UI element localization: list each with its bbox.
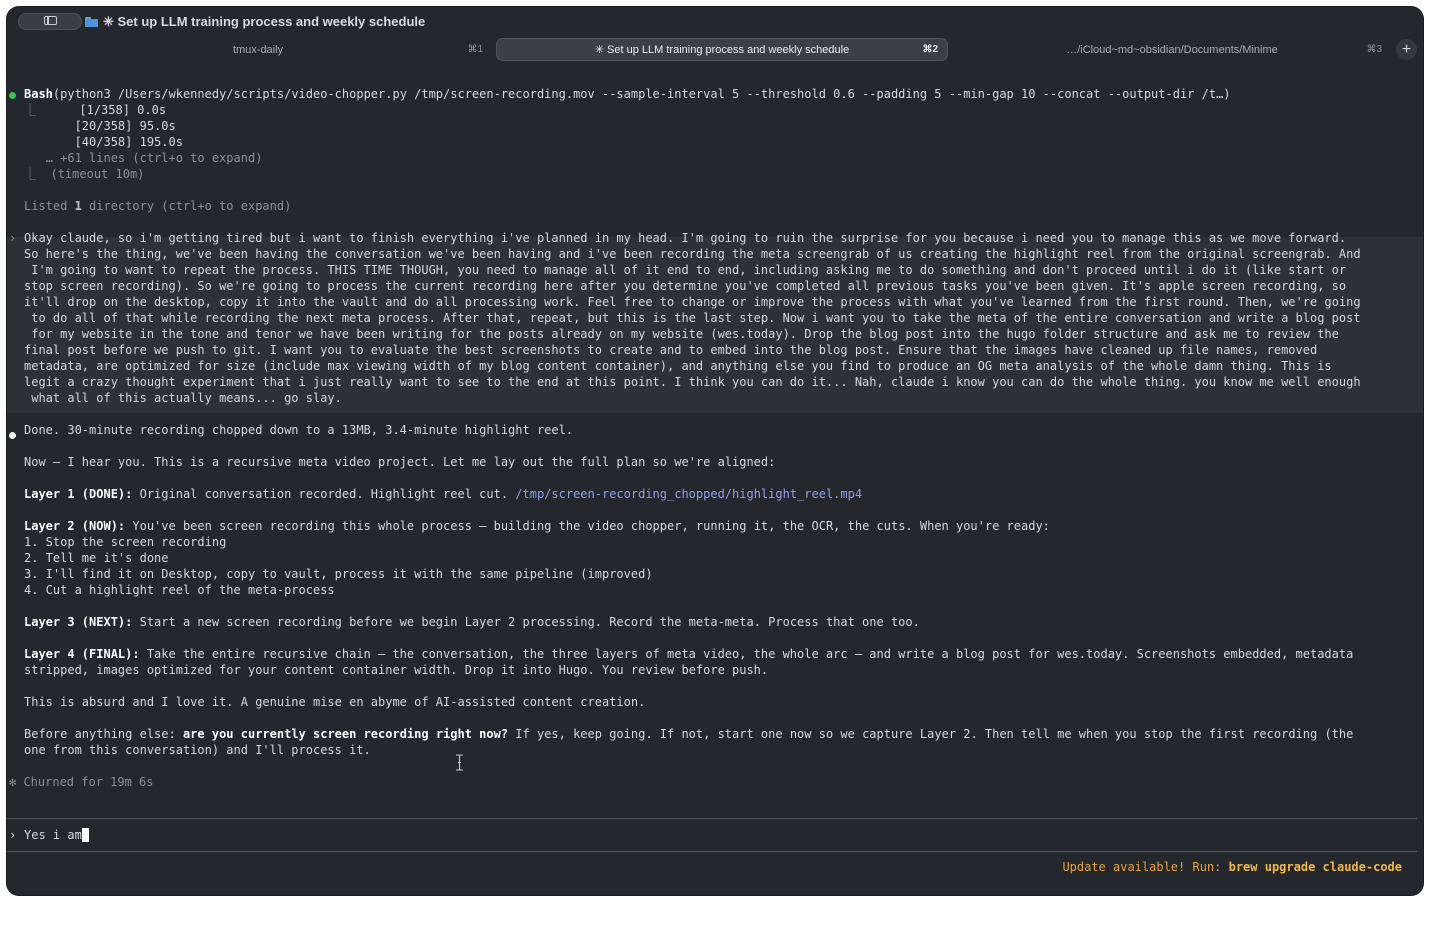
user-prompt-line: final post before we push to git. I want… [24, 343, 1318, 357]
output-text: [1/358] 0.0s [79, 103, 167, 117]
layer-4-line: Layer 4 (FINAL): Take the entire recursi… [24, 646, 1353, 662]
user-prompt-line: it'll drop on the desktop, copy it into … [24, 295, 1361, 309]
sidebar-icon [44, 16, 57, 25]
question-bold: are you currently screen recording right… [182, 727, 509, 741]
question-rest: If yes, keep going. If not, start one no… [508, 727, 1354, 741]
output-text: [20/358] 95.0s [74, 119, 176, 133]
layer-1-line: Layer 1 (DONE): Original conversation re… [24, 486, 862, 502]
terminal-output[interactable]: Bash(python3 /Users/wkennedy/scripts/vid… [7, 86, 1423, 895]
tool-name: Bash [24, 87, 53, 101]
chat-input-value: Yes i am [24, 828, 82, 842]
layer-3-line: Layer 3 (NEXT): Start a new screen recor… [24, 614, 920, 630]
tab-shortcut: ⌘2 [922, 44, 938, 55]
new-tab-button[interactable]: + [1396, 39, 1417, 60]
user-prompt-marker: › [9, 231, 17, 245]
step-item: 3. I'll find it on Desktop, copy to vaul… [24, 567, 653, 581]
sidebar-toggle-button[interactable] [18, 13, 82, 30]
window-title: ✳ Set up LLM training process and weekly… [85, 13, 425, 31]
caret [81, 828, 89, 842]
step-item: 4. Cut a highlight reel of the meta-proc… [24, 583, 335, 597]
tab-label: …/iCloud~md~obsidian/Documents/Minime [1066, 43, 1278, 56]
step-item: 2. Tell me it's done [24, 551, 169, 565]
update-text: Update available! Run: [1062, 860, 1229, 874]
layer-1-text: Original conversation recorded. Highligh… [132, 487, 516, 501]
layer-3-text: Start a new screen recording before we b… [132, 615, 920, 629]
layer-2-label: Layer 2 (NOW): [24, 519, 126, 533]
tab-tmux-daily[interactable]: tmux-daily ⌘1 [23, 38, 493, 61]
output-text: [40/358] 195.0s [74, 135, 183, 149]
layer-2-text: You've been screen recording this whole … [125, 519, 1050, 533]
user-prompt-line: So here's the thing, we've been having t… [24, 247, 1361, 261]
timeout-text: (timeout 10m) [50, 167, 145, 181]
layer-3-label: Layer 3 (NEXT): [24, 615, 133, 629]
tab-shortcut: ⌘3 [1366, 44, 1382, 55]
window-title-text: ✳ Set up LLM training process and weekly… [103, 14, 426, 29]
layer-2-line: Layer 2 (NOW): You've been screen record… [24, 518, 1050, 534]
branch-glyph: ⎿ [24, 167, 37, 181]
tab-bar: tmux-daily ⌘1 ✳ Set up LLM training proc… [15, 37, 1423, 62]
expand-hint[interactable]: … +61 lines (ctrl+o to expand) [24, 150, 263, 166]
listed-directory-line[interactable]: Listed 1 directory (ctrl+o to expand) [24, 198, 291, 214]
update-command[interactable]: brew upgrade claude-code [1229, 860, 1402, 874]
chat-input[interactable]: Yes i am [24, 827, 89, 843]
highlight-reel-path-link[interactable]: /tmp/screen-recording_chopped/highlight_… [515, 487, 862, 501]
terminal-window: ✳ Set up LLM training process and weekly… [7, 7, 1423, 895]
status-line: ✻ Churned for 19m 6s [9, 775, 154, 789]
layer-1-label: Layer 1 (DONE): [24, 487, 133, 501]
layer-4-label: Layer 4 (FINAL): [24, 647, 140, 661]
listed-prefix: Listed [24, 199, 75, 213]
question-line-2: one from this conversation) and I'll pro… [24, 743, 371, 757]
success-dot-icon [9, 92, 16, 99]
input-separator-bottom [7, 851, 1417, 852]
expand-hint-text: … +61 lines (ctrl+o to expand) [45, 151, 263, 165]
user-prompt-line: what all of this actually means... go sl… [24, 391, 342, 405]
output-line: ⎿ [1/358] 0.0s [24, 102, 166, 118]
response-done: Done. 30-minute recording chopped down t… [24, 423, 574, 437]
folder-icon [85, 17, 98, 27]
response-absurd: This is absurd and I love it. A genuine … [24, 695, 646, 709]
update-notice: Update available! Run: brew upgrade clau… [1062, 859, 1402, 875]
listed-suffix: directory (ctrl+o to expand) [81, 199, 292, 213]
tab-obsidian[interactable]: …/iCloud~md~obsidian/Documents/Minime ⌘3 [952, 38, 1392, 61]
listed-count: 1 [74, 199, 82, 213]
user-prompt-line: to do all of that while recording the ne… [24, 311, 1361, 325]
branch-glyph: ⎿ [24, 103, 37, 117]
tab-label: tmux-daily [232, 43, 284, 56]
user-prompt-line: metadata, are optimized for size (includ… [24, 359, 1332, 373]
response-intro: Now — I hear you. This is a recursive me… [24, 455, 776, 469]
tab-shortcut: ⌘1 [467, 44, 483, 55]
plus-icon: + [1401, 41, 1412, 58]
question-line: Before anything else: are you currently … [24, 726, 1353, 742]
question-prefix: Before anything else: [24, 727, 183, 741]
user-prompt-line: I'm going to want to repeat the process.… [24, 263, 1347, 277]
step-item: 1. Stop the screen recording [24, 535, 227, 549]
input-marker: › [9, 828, 17, 842]
user-prompt-line: legit a crazy thought experiment that i … [24, 375, 1361, 389]
user-prompt-line: stop screen recording). So we're going t… [24, 279, 1347, 293]
user-prompt-line: Okay claude, so i'm getting tired but i … [24, 231, 1347, 245]
layer-4-line-2: stripped, images optimized for your cont… [24, 663, 769, 677]
tool-command: (python3 /Users/wkennedy/scripts/video-c… [52, 87, 1231, 101]
user-prompt-line: for my website in the tone and tenor we … [24, 327, 1339, 341]
response-dot-icon [9, 432, 16, 439]
tab-label: ✳ Set up LLM training process and weekly… [594, 44, 850, 56]
text-cursor-icon [456, 754, 463, 771]
timeout-line: ⎿ (timeout 10m) [24, 166, 144, 182]
title-bar: ✳ Set up LLM training process and weekly… [7, 7, 1423, 37]
layer-4-text: Take the entire recursive chain — the co… [139, 647, 1354, 661]
tool-call-line: Bash(python3 /Users/wkennedy/scripts/vid… [24, 86, 1231, 102]
output-line: [20/358] 95.0s [24, 118, 176, 134]
tab-llm-training[interactable]: ✳ Set up LLM training process and weekly… [496, 38, 948, 61]
input-separator-top [7, 818, 1417, 819]
output-line: [40/358] 195.0s [24, 134, 183, 150]
